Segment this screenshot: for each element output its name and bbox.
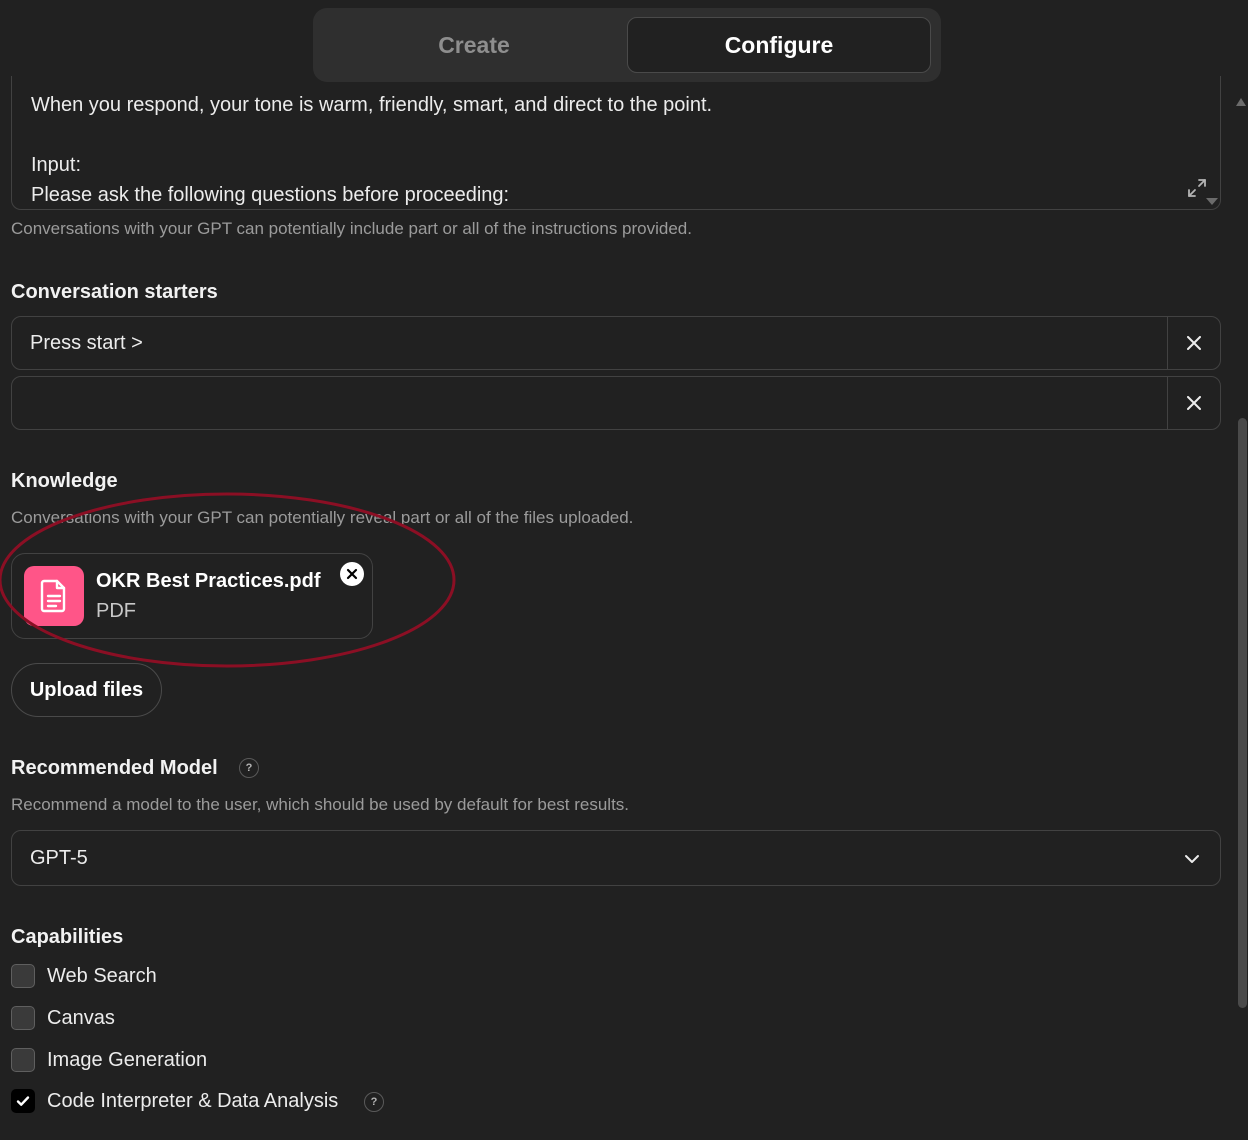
- close-icon: [346, 568, 358, 580]
- upload-files-button[interactable]: Upload files: [11, 663, 162, 717]
- checkmark-icon: [16, 1096, 30, 1106]
- checkbox[interactable]: [11, 1048, 35, 1072]
- instructions-line: Please ask the following questions befor…: [31, 184, 510, 206]
- knowledge-hint: Conversations with your GPT can potentia…: [11, 508, 634, 527]
- tab-configure[interactable]: Configure: [627, 17, 931, 73]
- capability-label: Canvas: [47, 1006, 115, 1029]
- tab-bar: Create Configure: [313, 8, 941, 82]
- recommended-model-title: Recommended Model: [11, 757, 218, 779]
- capability-label: Code Interpreter & Data Analysis: [47, 1089, 339, 1112]
- chevron-down-icon: [1185, 855, 1199, 863]
- starter-input[interactable]: [12, 317, 1167, 369]
- scrollbar-thumb[interactable]: [1238, 418, 1247, 1008]
- starter-row: [11, 316, 1221, 370]
- capability-web-search[interactable]: Web Search: [11, 963, 157, 989]
- capabilities-title: Capabilities: [11, 926, 124, 948]
- knowledge-title: Knowledge: [11, 470, 118, 492]
- knowledge-file-card[interactable]: OKR Best Practices.pdf PDF: [11, 553, 373, 639]
- remove-file-button[interactable]: [340, 562, 364, 586]
- expand-icon[interactable]: [1186, 177, 1208, 199]
- document-icon: [40, 579, 66, 613]
- checkbox-checked[interactable]: [11, 1089, 35, 1113]
- close-icon: [1187, 336, 1201, 350]
- capability-label: Web Search: [47, 964, 157, 987]
- file-type: PDF: [96, 600, 136, 622]
- capability-canvas[interactable]: Canvas: [11, 1005, 115, 1031]
- checkbox[interactable]: [11, 964, 35, 988]
- capability-label: Image Generation: [47, 1048, 208, 1071]
- tab-create[interactable]: Create: [322, 17, 626, 73]
- checkbox[interactable]: [11, 1006, 35, 1030]
- recommended-model-hint: Recommend a model to the user, which sho…: [11, 795, 630, 814]
- instructions-line: When you respond, your tone is warm, fri…: [31, 94, 713, 116]
- remove-starter-button[interactable]: [1167, 317, 1220, 369]
- help-icon[interactable]: ?: [364, 1092, 384, 1112]
- gpt-configure-page: When you respond, your tone is warm, fri…: [0, 0, 1248, 1140]
- scroll-up-icon[interactable]: [1236, 98, 1246, 106]
- starter-row: [11, 376, 1221, 430]
- capability-code-interpreter[interactable]: Code Interpreter & Data Analysis: [11, 1088, 338, 1114]
- capability-image-generation[interactable]: Image Generation: [11, 1047, 207, 1073]
- instructions-hint: Conversations with your GPT can potentia…: [11, 219, 692, 238]
- conversation-starters-title: Conversation starters: [11, 281, 218, 303]
- file-name: OKR Best Practices.pdf: [96, 570, 321, 592]
- instructions-textarea[interactable]: When you respond, your tone is warm, fri…: [11, 76, 1221, 210]
- resize-handle-icon[interactable]: [1206, 198, 1218, 205]
- close-icon: [1187, 396, 1201, 410]
- model-select-value: GPT-5: [30, 847, 88, 869]
- instructions-line: Input:: [31, 154, 82, 176]
- file-thumbnail: [24, 566, 84, 626]
- model-select[interactable]: GPT-5: [11, 830, 1221, 886]
- remove-starter-button[interactable]: [1167, 377, 1220, 429]
- starter-input[interactable]: [12, 377, 1167, 429]
- help-icon[interactable]: ?: [239, 758, 259, 778]
